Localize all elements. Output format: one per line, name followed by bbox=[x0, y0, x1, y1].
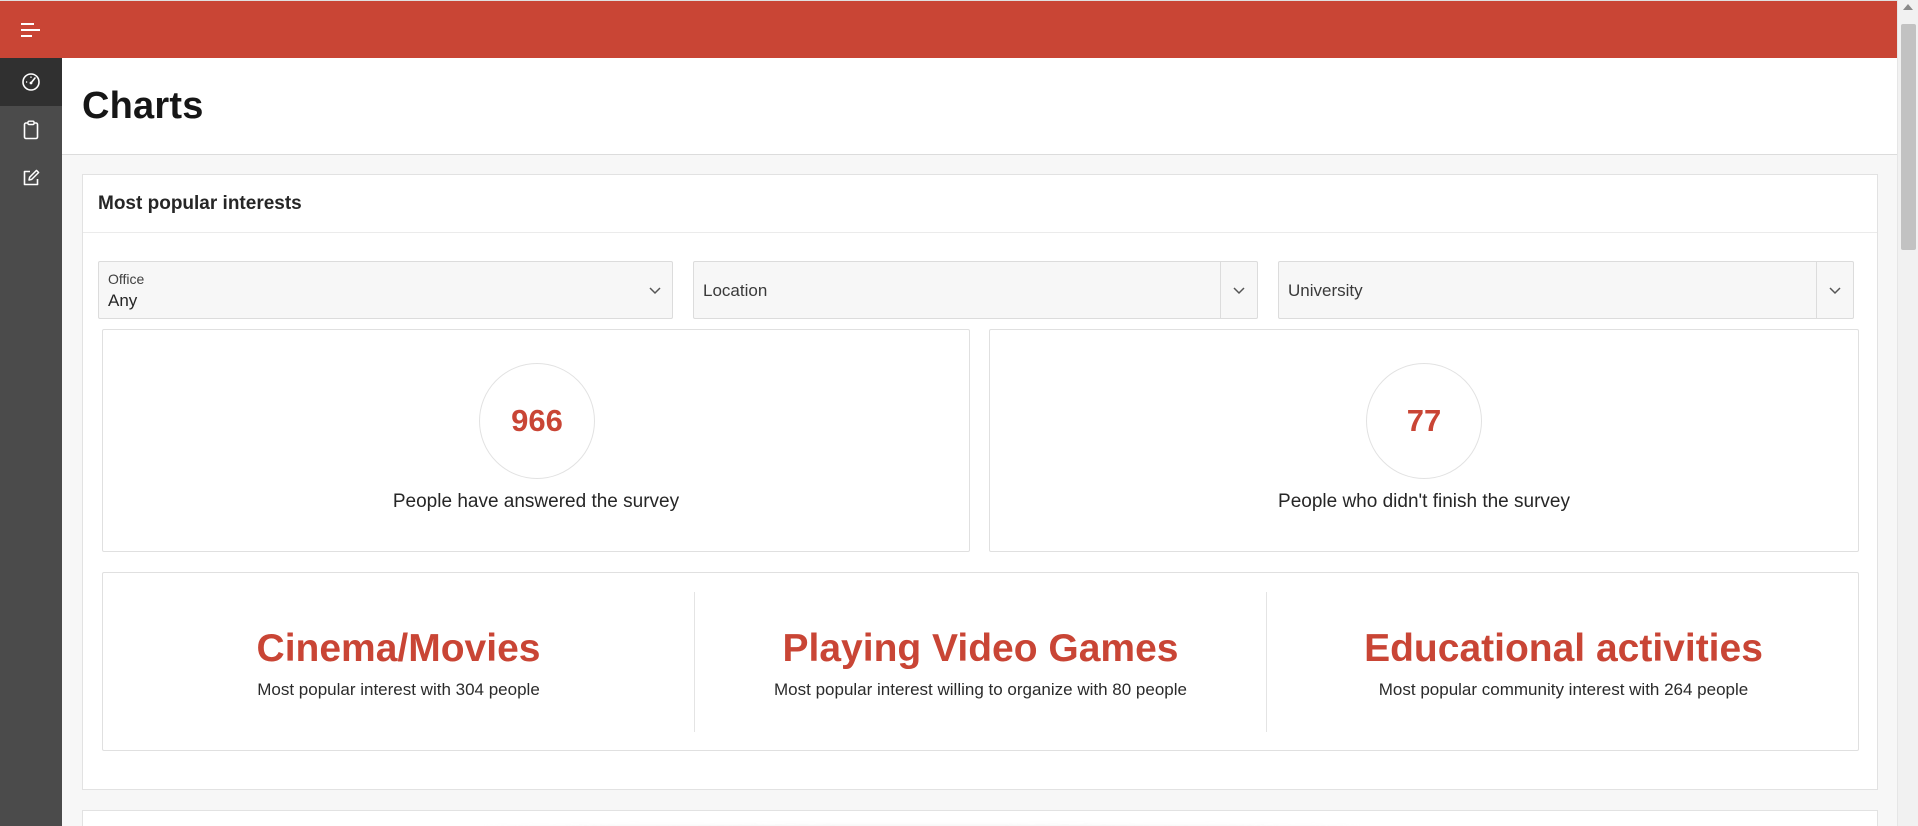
sidebar-item-dashboard[interactable] bbox=[0, 58, 62, 106]
chevron-down-icon bbox=[649, 287, 661, 295]
highlight-title: Cinema/Movies bbox=[256, 627, 541, 670]
chevron-down-icon bbox=[1233, 287, 1245, 295]
highlight-subtitle: Most popular interest with 304 people bbox=[257, 680, 540, 699]
survey-unfinished-card: 77 People who didn't finish the survey bbox=[989, 329, 1859, 552]
office-select[interactable]: Office Any bbox=[98, 261, 673, 319]
location-select-toggle[interactable] bbox=[1220, 262, 1257, 318]
sidebar bbox=[0, 58, 62, 826]
dashboard-gauge-icon bbox=[22, 73, 40, 91]
office-select-label: Office bbox=[108, 271, 145, 287]
office-select-value: Any bbox=[108, 291, 138, 310]
highlight-item: Playing Video Games Most popular interes… bbox=[695, 573, 1266, 752]
answered-count-label: People have answered the survey bbox=[392, 491, 680, 512]
highlight-subtitle: Most popular interest willing to organiz… bbox=[774, 680, 1187, 699]
page-header: Charts bbox=[62, 58, 1897, 155]
location-select[interactable]: Location bbox=[693, 261, 1258, 319]
unfinished-count-badge: 77 bbox=[1366, 363, 1482, 479]
highlight-subtitle: Most popular community interest with 264… bbox=[1378, 680, 1749, 699]
chevron-down-icon bbox=[1829, 287, 1841, 295]
sidebar-item-survey[interactable] bbox=[0, 106, 62, 154]
edit-icon bbox=[23, 169, 40, 186]
location-select-placeholder: Location bbox=[703, 281, 768, 300]
top-navigation-bar bbox=[0, 0, 1897, 58]
interest-highlights-card: Cinema/Movies Most popular interest with… bbox=[102, 572, 1859, 751]
university-select[interactable]: University bbox=[1278, 261, 1854, 319]
clipboard-icon bbox=[23, 120, 39, 140]
region-header: Most popular interests bbox=[83, 175, 1877, 233]
scroll-up-arrow-icon[interactable] bbox=[1903, 4, 1913, 10]
most-popular-interests-region: Most popular interests Office Any Locati… bbox=[82, 174, 1878, 790]
survey-answered-card: 966 People have answered the survey bbox=[102, 329, 970, 552]
main-content: Charts Most popular interests Office Any… bbox=[62, 58, 1897, 826]
next-region-partial bbox=[82, 810, 1878, 826]
highlight-item: Educational activities Most popular comm… bbox=[1267, 573, 1860, 752]
scrollbar-thumb[interactable] bbox=[1901, 24, 1916, 250]
page-title: Charts bbox=[82, 84, 204, 127]
page-scrollbar[interactable] bbox=[1897, 0, 1918, 826]
sidebar-item-edit[interactable] bbox=[0, 154, 62, 202]
region-title: Most popular interests bbox=[98, 192, 302, 214]
university-select-toggle[interactable] bbox=[1816, 262, 1853, 318]
highlight-title: Playing Video Games bbox=[782, 627, 1179, 670]
university-select-placeholder: University bbox=[1288, 281, 1363, 300]
highlight-item: Cinema/Movies Most popular interest with… bbox=[103, 573, 694, 752]
unfinished-count-label: People who didn't finish the survey bbox=[1278, 491, 1570, 512]
hamburger-menu-icon bbox=[21, 23, 40, 37]
menu-toggle-button[interactable] bbox=[0, 1, 62, 59]
highlight-title: Educational activities bbox=[1364, 627, 1763, 670]
answered-count-badge: 966 bbox=[479, 363, 595, 479]
